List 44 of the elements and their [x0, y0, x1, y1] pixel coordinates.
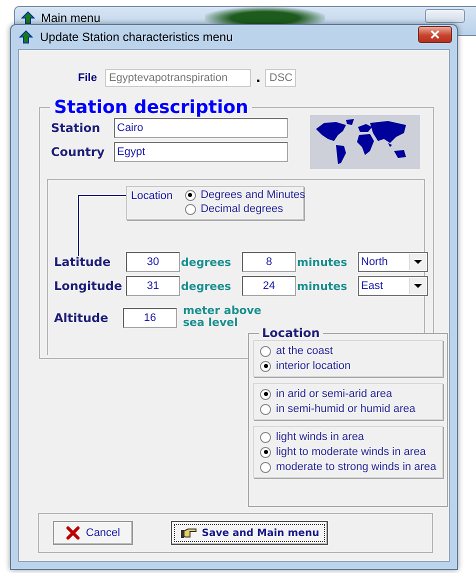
- cancel-button[interactable]: Cancel: [53, 521, 133, 545]
- altitude-label: Altitude: [54, 310, 110, 325]
- location-radio[interactable]: interior location: [260, 360, 436, 372]
- minutes-field[interactable]: 8: [242, 252, 296, 272]
- separator-dot: .: [256, 73, 260, 83]
- group-title: Station description: [53, 97, 250, 118]
- option-label: light winds in area: [276, 431, 364, 443]
- option-label: interior location: [276, 360, 351, 372]
- option-label: light to moderate winds in area: [276, 446, 426, 458]
- direction-dropdown[interactable]: North: [358, 252, 428, 272]
- direction-dropdown[interactable]: East: [358, 276, 428, 296]
- option-label: in semi-humid or humid area: [276, 403, 416, 415]
- location-radio[interactable]: at the coast: [260, 345, 436, 357]
- unit-label: meter above sea level: [182, 305, 262, 329]
- minutes-field[interactable]: 24: [242, 276, 296, 296]
- degrees-field[interactable]: 31: [126, 276, 180, 296]
- altitude-field[interactable]: 16: [123, 308, 177, 328]
- option-label: Decimal degrees: [200, 203, 284, 215]
- location-label: Location: [131, 189, 173, 204]
- file-label: File: [78, 72, 97, 84]
- format-radio[interactable]: Decimal degrees: [184, 203, 306, 215]
- unit-label: degrees: [180, 280, 232, 292]
- coordinate-label: Latitude: [54, 255, 112, 269]
- save-button[interactable]: Save and Main menu: [171, 521, 328, 545]
- option-label: in arid or semi-arid area: [276, 388, 392, 400]
- unit-label: minutes: [296, 256, 348, 268]
- station-field[interactable]: Cairo: [114, 118, 288, 138]
- location-radio[interactable]: in semi-humid or humid area: [260, 403, 436, 415]
- station-label: Station: [51, 121, 102, 135]
- unit-label: degrees: [180, 256, 232, 268]
- option-label: at the coast: [276, 345, 333, 357]
- country-field[interactable]: Egypt: [114, 142, 288, 162]
- file-name-field[interactable]: Egyptevapotranspiration: [104, 69, 251, 87]
- coordinate-label: Longitude: [54, 279, 124, 293]
- group-title: Location: [261, 326, 321, 340]
- unit-label: minutes: [296, 280, 348, 292]
- degrees-field[interactable]: 30: [126, 252, 180, 272]
- window-title: Update Station characteristics menu: [40, 30, 233, 44]
- location-radio[interactable]: light to moderate winds in area: [260, 446, 436, 458]
- location-radio[interactable]: in arid or semi-arid area: [260, 388, 436, 400]
- file-extension-field[interactable]: DSC: [265, 69, 296, 87]
- window-title: Main menu: [41, 11, 100, 25]
- country-label: Country: [51, 145, 106, 159]
- location-radio[interactable]: light winds in area: [260, 431, 436, 443]
